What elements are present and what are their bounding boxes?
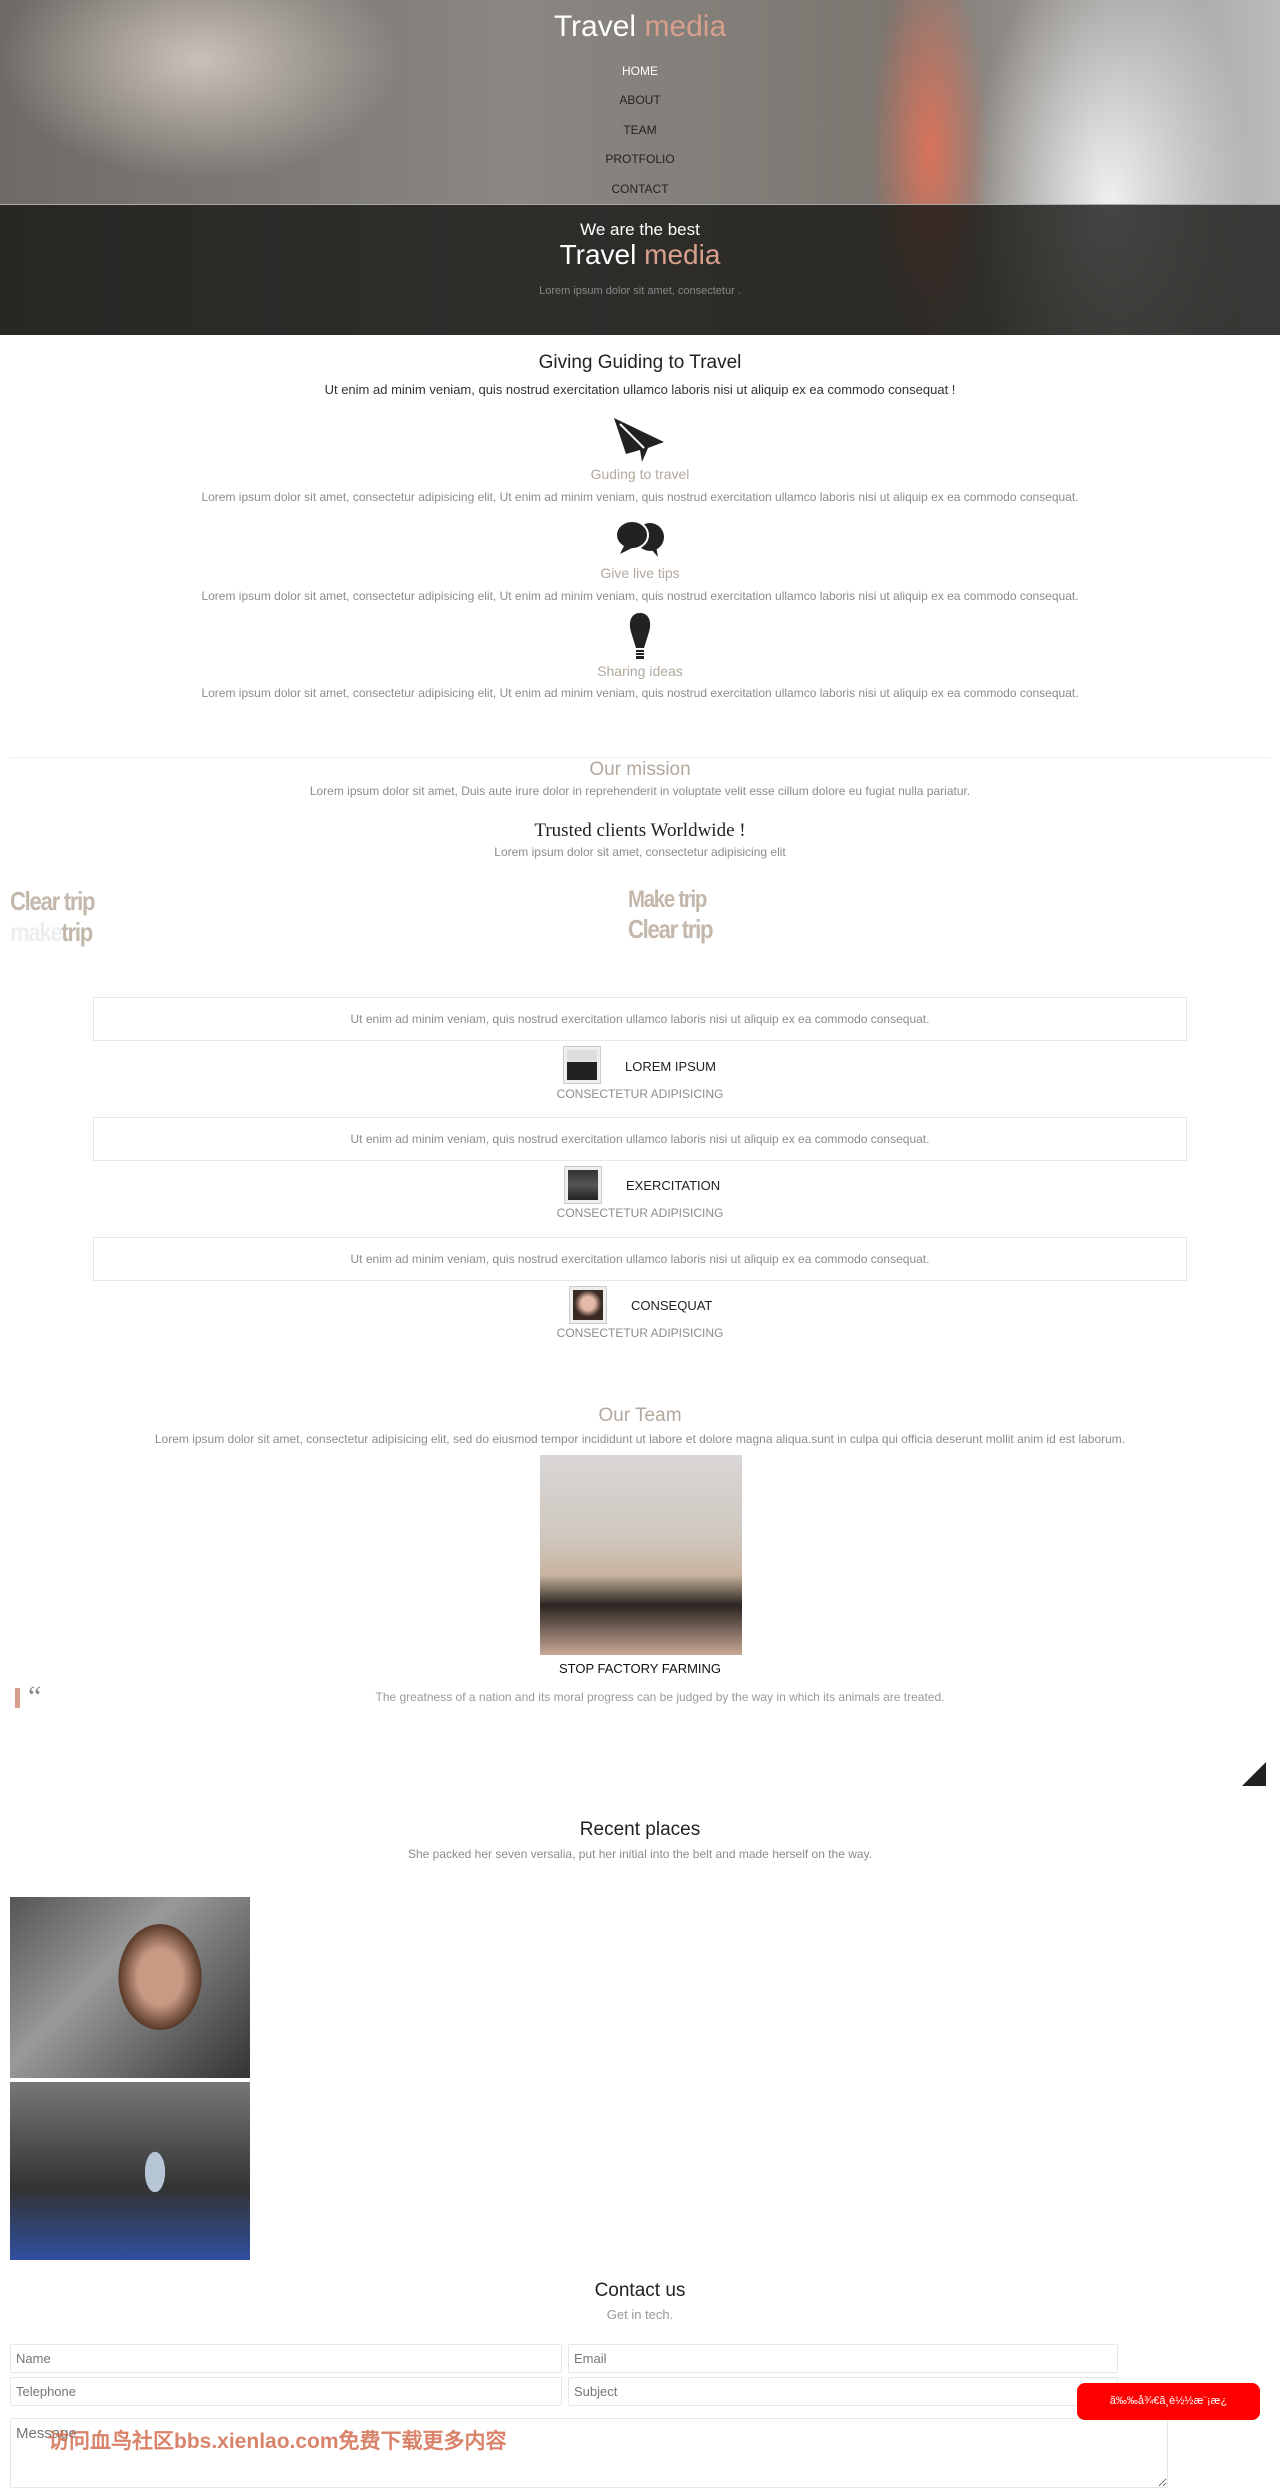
logo-line: Clear trip [628, 914, 714, 944]
avatar [563, 1046, 601, 1084]
feature-title: Guding to travel [590, 466, 690, 482]
avatar [569, 1286, 607, 1324]
email-input[interactable] [568, 2344, 1118, 2373]
testimonial-name: LOREM IPSUM [625, 1059, 717, 1074]
testimonial-name: CONSEQUAT [631, 1298, 713, 1313]
hero-text: Lorem ipsum dolor sit amet, consectetur … [539, 285, 741, 297]
watermark: 访问血鸟社区bbs.xienlao.com免费下载更多内容 [48, 2430, 507, 2453]
name-input[interactable] [10, 2344, 562, 2373]
places-text: She packed her seven versalia, put her i… [407, 1847, 873, 1861]
scroll-corner-triangle-icon[interactable] [1242, 1762, 1266, 1786]
place-photo[interactable] [10, 1897, 250, 2078]
team-text: Lorem ipsum dolor sit amet, consectetur … [154, 1432, 1126, 1446]
testimonial-role: CONSECTETUR ADIPISICING [556, 1206, 724, 1220]
testimonial-name: EXERCITATION [626, 1178, 721, 1193]
testimonial-quote: Ut enim ad minim veniam, quis nostrud ex… [93, 1237, 1187, 1281]
mission-title: Our mission [589, 759, 691, 780]
logo-text: Travel [553, 10, 637, 43]
hero-title: Travel media [0, 239, 1280, 271]
clients-title: Trusted clients Worldwide ! [534, 820, 746, 841]
nav-portfolio[interactable]: PROTFOLIO [0, 152, 1280, 166]
client-logo-maketrip: Make trip Clear trip [628, 886, 727, 945]
guide-subtitle: Ut enim ad minim veniam, quis nostrud ex… [324, 382, 956, 397]
contact-title: Contact us [594, 2280, 686, 2301]
nav-contact[interactable]: CONTACT [0, 182, 1280, 196]
chat-bubbles-icon [615, 520, 664, 557]
site-logo[interactable]: Travel media [0, 10, 1280, 44]
team-caption: STOP FACTORY FARMING [558, 1661, 722, 1676]
divider [10, 757, 1270, 758]
testimonial-role: CONSECTETUR ADIPISICING [556, 1087, 724, 1101]
team-quote: The greatness of a nation and its moral … [375, 1690, 945, 1704]
testimonial-quote: Ut enim ad minim veniam, quis nostrud ex… [93, 1117, 1187, 1161]
logo-line: Clear trip [10, 886, 96, 916]
guide-title: Giving Guiding to Travel [538, 352, 742, 373]
places-title: Recent places [579, 1819, 701, 1840]
logo-accent: media [644, 10, 727, 43]
avatar [564, 1166, 602, 1204]
floating-download-button[interactable]: ã‰‰å¾€ã¸­è½½æ¨¡æ¿ [1077, 2383, 1260, 2420]
hero-title-a: Travel [559, 239, 637, 270]
subject-input[interactable] [568, 2377, 1118, 2406]
telephone-input[interactable] [10, 2377, 562, 2406]
contact-subtitle: Get in tech. [606, 2307, 674, 2322]
testimonial-quote: Ut enim ad minim veniam, quis nostrud ex… [93, 997, 1187, 1041]
feature-title: Give live tips [600, 565, 680, 581]
team-title: Our Team [598, 1405, 682, 1426]
logo-line: Make trip [628, 886, 707, 913]
team-photo [540, 1455, 742, 1655]
logo-line: trip [61, 917, 93, 947]
testimonial-role: CONSECTETUR ADIPISICING [556, 1326, 724, 1340]
lightbulb-icon [629, 613, 651, 659]
hero-tagline: We are the best [580, 220, 700, 239]
nav-team[interactable]: TEAM [0, 123, 1280, 137]
feature-title: Sharing ideas [597, 663, 683, 679]
logo-line: make [10, 917, 63, 947]
nav-about[interactable]: ABOUT [0, 93, 1280, 107]
feature-text: Lorem ipsum dolor sit amet, consectetur … [201, 686, 1079, 700]
feature-text: Lorem ipsum dolor sit amet, consectetur … [201, 589, 1079, 603]
clients-text: Lorem ipsum dolor sit amet, consectetur … [494, 845, 786, 859]
nav-home[interactable]: HOME [0, 64, 1280, 78]
hero-title-b: media [644, 239, 721, 270]
mission-text: Lorem ipsum dolor sit amet, Duis aute ir… [309, 784, 971, 798]
place-photo[interactable] [10, 2082, 250, 2260]
paper-plane-icon [614, 418, 664, 462]
client-logo-cleartrip: Clear trip maketrip [10, 886, 109, 948]
feature-text: Lorem ipsum dolor sit amet, consectetur … [201, 490, 1079, 504]
